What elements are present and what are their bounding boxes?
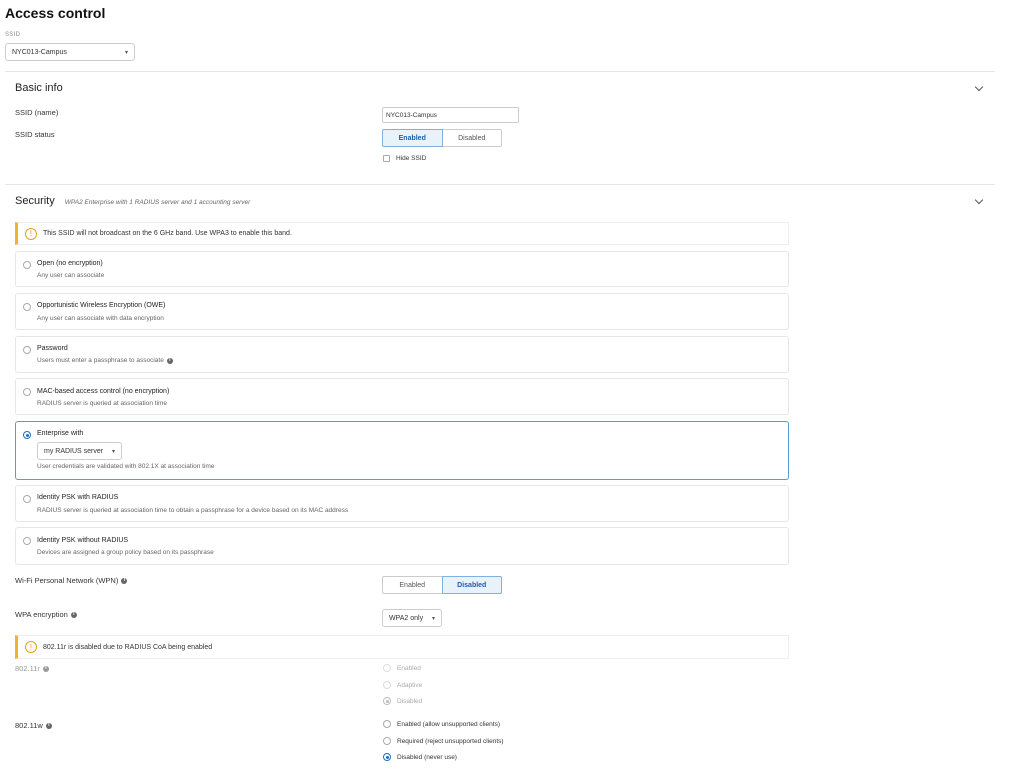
- option-title: Open (no encryption): [37, 260, 103, 267]
- wpn-toggle: Enabled Disabled: [382, 576, 502, 594]
- dot11w-option-required[interactable]: Required (reject unsupported clients): [383, 737, 504, 745]
- caret-down-icon: ▾: [431, 615, 435, 622]
- wpa-encryption-label: WPA encryption: [15, 610, 68, 619]
- dot11r-label-row: 802.11r i: [15, 664, 49, 673]
- security-option-password[interactable]: Password Users must enter a passphrase t…: [15, 336, 789, 373]
- radio-dot11w-disabled[interactable]: [383, 753, 391, 761]
- hide-ssid-label: Hide SSID: [396, 155, 427, 162]
- radio-dot11r-disabled: [383, 697, 391, 705]
- alert-80211r-text: 802.11r is disabled due to RADIUS CoA be…: [43, 643, 213, 651]
- radio-dot11w-enabled[interactable]: [383, 720, 391, 728]
- option-desc: User credentials are validated with 802.…: [37, 463, 215, 470]
- dot11r-label: 802.11r: [15, 664, 40, 673]
- radio-dot11r-adaptive: [383, 681, 391, 689]
- warning-icon: !: [25, 641, 37, 653]
- alert-80211r: ! 802.11r is disabled due to RADIUS CoA …: [15, 635, 789, 659]
- wpn-disabled-button[interactable]: Disabled: [441, 576, 502, 594]
- radio-ipsk-radius[interactable]: [23, 495, 31, 503]
- security-header: Security WPA2 Enterprise with 1 RADIUS s…: [15, 195, 250, 207]
- dot11w-option-enabled[interactable]: Enabled (allow unsupported clients): [383, 720, 500, 728]
- security-option-mac[interactable]: MAC-based access control (no encryption)…: [15, 378, 789, 415]
- ssid-select-value: NYC013-Campus: [12, 48, 67, 56]
- ssid-name-input[interactable]: NYC013-Campus: [382, 107, 519, 123]
- radius-server-dropdown[interactable]: my RADIUS server ▾: [37, 442, 122, 460]
- option-desc-row: Users must enter a passphrase to associa…: [37, 357, 173, 364]
- option-desc: RADIUS server is queried at association …: [37, 400, 168, 407]
- hide-ssid-row[interactable]: Hide SSID: [383, 155, 426, 162]
- info-icon[interactable]: i: [166, 357, 173, 364]
- option-desc: Any user can associate: [37, 272, 105, 279]
- page-title: Access control: [5, 5, 106, 21]
- wpn-enabled-button[interactable]: Enabled: [382, 576, 442, 594]
- caret-down-icon: ▾: [111, 448, 115, 455]
- option-desc: Any user can associate with data encrypt…: [37, 315, 164, 322]
- security-option-open[interactable]: Open (no encryption) Any user can associ…: [15, 251, 789, 287]
- divider: [5, 71, 995, 72]
- ssid-status-toggle: Enabled Disabled: [382, 129, 502, 147]
- chevron-down-icon[interactable]: [974, 82, 984, 92]
- basic-info-title: Basic info: [15, 82, 63, 94]
- option-label: Adaptive: [397, 681, 423, 689]
- alert-6ghz: ! This SSID will not broadcast on the 6 …: [15, 222, 789, 245]
- info-icon[interactable]: i: [70, 611, 77, 618]
- info-icon[interactable]: i: [42, 665, 49, 672]
- radio-dot11w-required[interactable]: [383, 737, 391, 745]
- option-label: Required (reject unsupported clients): [397, 737, 504, 745]
- option-title: Identity PSK with RADIUS: [37, 494, 119, 501]
- security-option-ipsk-radius[interactable]: Identity PSK with RADIUS RADIUS server i…: [15, 485, 789, 522]
- caret-down-icon: ▾: [124, 49, 128, 56]
- alert-6ghz-text: This SSID will not broadcast on the 6 GH…: [43, 230, 292, 237]
- radio-ipsk-no-radius[interactable]: [23, 537, 31, 545]
- security-option-ipsk-no-radius[interactable]: Identity PSK without RADIUS Devices are …: [15, 527, 789, 565]
- radio-owe[interactable]: [23, 303, 31, 311]
- ssid-name-label: SSID (name): [15, 108, 59, 117]
- radio-password[interactable]: [23, 346, 31, 354]
- radio-enterprise[interactable]: [23, 431, 31, 439]
- security-option-owe[interactable]: Opportunistic Wireless Encryption (OWE) …: [15, 293, 789, 330]
- option-title: Enterprise with: [37, 430, 84, 437]
- dot11w-option-disabled[interactable]: Disabled (never use): [383, 753, 457, 761]
- radio-dot11r-enabled: [383, 664, 391, 672]
- wpn-label-row: Wi-Fi Personal Network (WPN) i: [15, 576, 128, 585]
- radius-server-value: my RADIUS server: [44, 447, 104, 455]
- dot11w-label-row: 802.11w i: [15, 721, 52, 730]
- divider: [5, 184, 995, 185]
- security-title: Security: [15, 195, 55, 207]
- wpa-encryption-value: WPA2 only: [389, 614, 424, 622]
- ssid-status-enabled-button[interactable]: Enabled: [382, 129, 443, 147]
- option-desc: Devices are assigned a group policy base…: [37, 549, 214, 556]
- info-icon[interactable]: i: [45, 722, 52, 729]
- dot11w-label: 802.11w: [15, 721, 43, 730]
- ssid-select[interactable]: NYC013-Campus ▾: [5, 43, 135, 61]
- security-subtitle: WPA2 Enterprise with 1 RADIUS server and…: [64, 199, 251, 206]
- option-label: Disabled (never use): [397, 753, 457, 761]
- option-label: Enabled: [397, 664, 421, 672]
- chevron-down-icon[interactable]: [974, 195, 984, 205]
- radio-open[interactable]: [23, 261, 31, 269]
- info-icon[interactable]: i: [121, 577, 128, 584]
- dot11r-option-disabled: Disabled: [383, 697, 422, 705]
- dot11r-option-enabled: Enabled: [383, 664, 421, 672]
- option-desc: RADIUS server is queried at association …: [37, 507, 349, 514]
- ssid-status-disabled-button[interactable]: Disabled: [442, 129, 502, 147]
- hide-ssid-checkbox[interactable]: [383, 155, 390, 162]
- wpa-encryption-dropdown[interactable]: WPA2 only ▾: [382, 609, 442, 627]
- ssid-selector-label: SSID: [5, 32, 21, 38]
- warning-icon: !: [25, 227, 37, 240]
- option-label: Enabled (allow unsupported clients): [397, 720, 500, 728]
- security-option-enterprise[interactable]: Enterprise with my RADIUS server ▾ User …: [15, 421, 789, 480]
- option-title: MAC-based access control (no encryption): [37, 388, 170, 395]
- wpn-label: Wi-Fi Personal Network (WPN): [15, 576, 119, 585]
- dot11r-option-adaptive: Adaptive: [383, 681, 422, 689]
- option-label: Disabled: [397, 697, 423, 705]
- ssid-status-label: SSID status: [15, 130, 55, 139]
- option-title: Password: [37, 345, 68, 352]
- option-title: Identity PSK without RADIUS: [37, 537, 129, 544]
- option-title: Opportunistic Wireless Encryption (OWE): [37, 302, 166, 309]
- radio-mac[interactable]: [23, 388, 31, 396]
- option-desc: Users must enter a passphrase to associa…: [37, 357, 164, 364]
- wpa-encryption-label-row: WPA encryption i: [15, 610, 77, 619]
